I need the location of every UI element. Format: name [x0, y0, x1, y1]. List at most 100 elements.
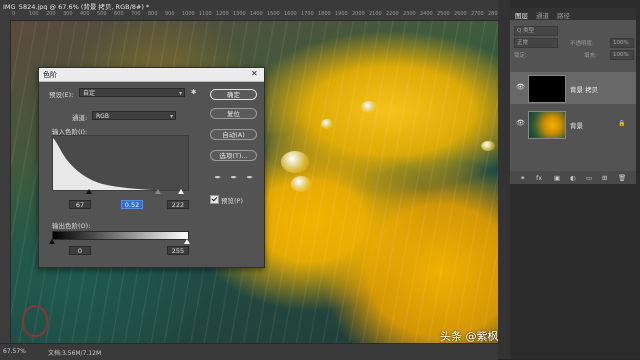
black-eyedropper-icon[interactable]: ✒	[214, 173, 222, 183]
channel-value: RGB	[96, 113, 109, 120]
channel-label: 通道:	[72, 114, 88, 122]
ruler-tick-label: 2000	[352, 11, 365, 17]
layer-thumbnail	[528, 75, 566, 103]
ruler-tick-label: 1100	[199, 11, 212, 17]
layers-panel: Q 类型 正常 不透明度: 100% 锁定: 填充: 100% 👁 背景 拷贝 …	[510, 20, 636, 184]
kind-filter-select[interactable]: Q 类型	[514, 26, 558, 36]
ruler-tick-label: 2400	[420, 11, 433, 17]
reset-button[interactable]: 复位	[210, 108, 257, 119]
ruler-tick-label: 300	[63, 11, 73, 17]
input-white-handle[interactable]	[178, 189, 184, 194]
histogram	[52, 135, 189, 191]
watermark-logo	[22, 305, 48, 337]
ruler-tick-label: 0	[12, 11, 16, 17]
fx-icon[interactable]: fx	[536, 174, 542, 182]
ruler-tick-label: 400	[80, 11, 90, 17]
output-levels-slider[interactable]	[49, 239, 190, 245]
tab-paths[interactable]: 路径	[557, 10, 570, 20]
ok-button[interactable]: 确定	[210, 89, 257, 100]
channel-select[interactable]: RGB ▾	[92, 111, 176, 120]
lock-row: 锁定: 填充: 100%	[510, 48, 636, 60]
layer-name: 背景	[570, 122, 583, 130]
opacity-label: 不透明度:	[570, 41, 594, 47]
auto-button[interactable]: 自动(A)	[210, 129, 257, 140]
trash-icon[interactable]: 🗑	[618, 174, 626, 182]
ruler-top[interactable]: 0 100 200 300 400 500 600 700 800 900 1000 1100 1200…	[10, 10, 501, 21]
empty-panel-area	[510, 186, 636, 359]
water-drop	[291, 176, 311, 192]
ruler-tick-label: 1900	[335, 11, 348, 17]
ruler-tick-label: 2100	[369, 11, 382, 17]
preset-value: 自定	[83, 90, 96, 97]
ruler-tick-label: 2700	[471, 11, 484, 17]
output-levels-label: 输出色阶(O):	[52, 222, 91, 230]
status-bar: 67.57% 文档:3.56M/7.12M	[0, 343, 498, 360]
input-black-handle[interactable]	[86, 189, 92, 194]
close-icon[interactable]: ✕	[251, 69, 258, 78]
fill-field[interactable]: 100%	[610, 50, 634, 60]
white-eyedropper-icon[interactable]: ✒	[246, 173, 254, 183]
folder-icon[interactable]: ▭	[586, 174, 592, 182]
link-icon[interactable]: ⚭	[520, 174, 525, 182]
ruler-tick-label: 600	[114, 11, 124, 17]
tab-channels[interactable]: 通道	[536, 10, 549, 20]
adjustment-icon[interactable]: ◐	[570, 174, 576, 182]
eye-icon[interactable]: 👁	[516, 84, 525, 91]
input-gamma-handle[interactable]	[155, 189, 161, 194]
layer-item-background[interactable]: 👁 背景 🔒	[510, 108, 636, 140]
ruler-tick-label: 1400	[250, 11, 263, 17]
document-size-info[interactable]: 文档:3.56M/7.12M	[48, 348, 101, 357]
gray-eyedropper-icon[interactable]: ✒	[230, 173, 238, 183]
ruler-tick-label: 2600	[454, 11, 467, 17]
output-white-field[interactable]: 255	[167, 246, 189, 255]
ruler-tick-label: 800	[148, 11, 158, 17]
input-gamma-field[interactable]: 0.52	[121, 200, 143, 209]
ruler-tick-label: 1700	[301, 11, 314, 17]
ruler-tick-label: 200	[46, 11, 56, 17]
ruler-tick-label: 1600	[284, 11, 297, 17]
ruler-tick-label: 2200	[386, 11, 399, 17]
preset-select[interactable]: 自定 ▾	[79, 88, 185, 97]
output-black-field[interactable]: 0	[69, 246, 91, 255]
ruler-left[interactable]	[0, 20, 11, 343]
layer-thumbnail	[528, 111, 566, 139]
new-layer-icon[interactable]: ⊞	[602, 174, 607, 182]
eye-icon[interactable]: 👁	[516, 120, 525, 127]
output-white-handle[interactable]	[184, 239, 190, 244]
input-white-field[interactable]: 222	[167, 200, 189, 209]
mask-icon[interactable]: ▣	[554, 174, 560, 182]
preset-options-gear-icon[interactable]: ✱	[191, 88, 196, 96]
panel-tabs: 图层 通道 路径	[510, 8, 636, 20]
panel-collapse-strip[interactable]	[498, 0, 510, 359]
ruler-tick-label: 1200	[216, 11, 229, 17]
zoom-level[interactable]: 67.57%	[3, 348, 26, 355]
tab-layers[interactable]: 图层	[515, 10, 528, 20]
input-black-field[interactable]: 67	[69, 200, 91, 209]
water-drop	[361, 101, 377, 113]
blend-mode-select[interactable]: 正常	[514, 38, 558, 48]
options-button[interactable]: 选项(T)...	[210, 150, 257, 161]
layers-panel-footer: ⚭ fx ▣ ◐ ▭ ⊞ 🗑	[510, 171, 636, 184]
output-black-handle[interactable]	[49, 239, 55, 244]
preset-label: 预设(E):	[49, 91, 74, 99]
ruler-tick-label: 2500	[437, 11, 450, 17]
layer-item-background-copy[interactable]: 👁 背景 拷贝	[510, 72, 636, 104]
dialog-titlebar[interactable]: 色阶 ✕	[39, 68, 264, 82]
lock-icon: 🔒	[618, 120, 626, 127]
ruler-tick-label: 1800	[318, 11, 331, 17]
ruler-tick-label: 1300	[233, 11, 246, 17]
fill-label: 填充:	[584, 53, 597, 59]
opacity-field[interactable]: 100%	[610, 38, 634, 48]
preview-label[interactable]: 预览(P)	[221, 195, 243, 205]
ruler-tick-label: 1500	[267, 11, 280, 17]
input-levels-slider[interactable]	[52, 189, 187, 195]
chevron-down-icon: ▾	[169, 113, 173, 120]
histogram-graph	[53, 138, 153, 190]
chevron-down-icon: ▾	[178, 90, 182, 97]
layer-name: 背景 拷贝	[570, 86, 599, 94]
dialog-title: 色阶	[43, 71, 57, 79]
ruler-tick-label: 2300	[403, 11, 416, 17]
preview-checkbox[interactable]	[210, 195, 219, 204]
levels-dialog: 色阶 ✕ 预设(E): 自定 ▾ ✱ 通道: RGB ▾ 输入色阶(I): 67…	[38, 67, 265, 268]
ruler-corner	[0, 10, 10, 20]
